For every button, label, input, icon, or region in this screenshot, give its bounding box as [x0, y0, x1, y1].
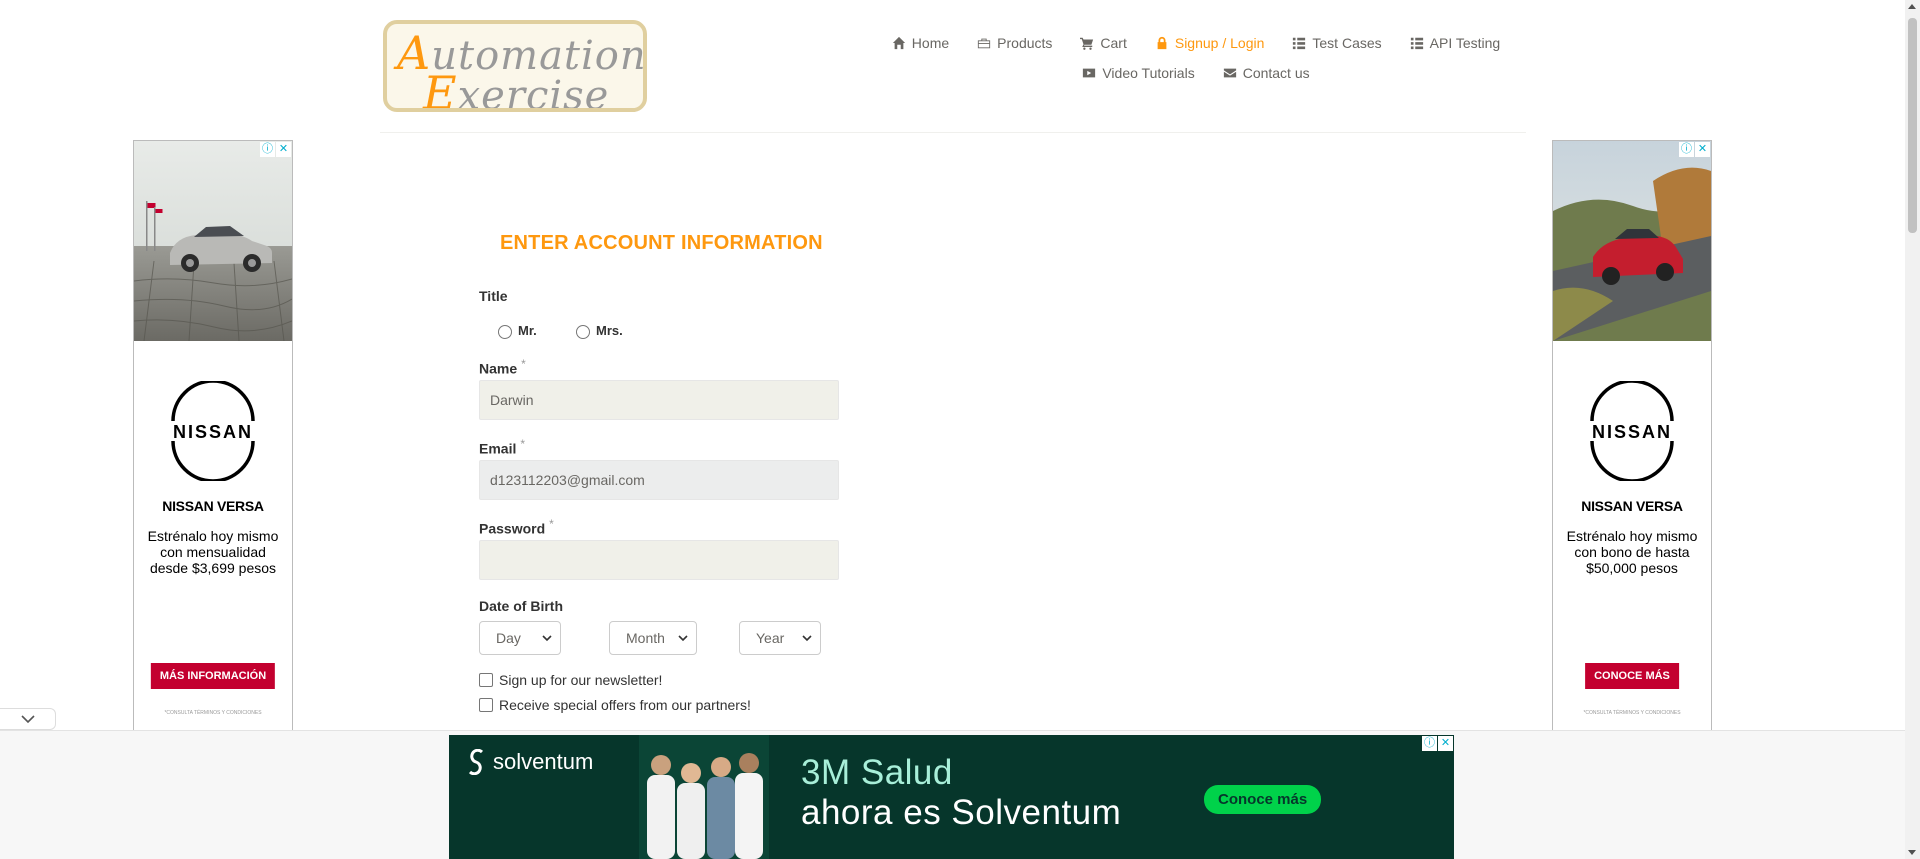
- name-label: Name *: [479, 357, 526, 377]
- nav-video-tutorials[interactable]: Video Tutorials: [1082, 65, 1195, 81]
- nav-signup-login[interactable]: Signup / Login: [1155, 35, 1264, 51]
- ad-learn-more-button[interactable]: Conoce más: [1204, 785, 1322, 814]
- dob-label: Date of Birth: [479, 598, 563, 614]
- ad-info-icon[interactable]: ⓘ: [1422, 736, 1437, 751]
- nav-test-cases[interactable]: Test Cases: [1292, 35, 1382, 51]
- youtube-icon: [1083, 68, 1096, 78]
- ad-text: Estrénalo hoy mismo con mensualidad desd…: [147, 528, 279, 576]
- email-input[interactable]: d123112203@gmail.com: [479, 460, 839, 500]
- dob-month-select[interactable]: Month: [609, 621, 697, 655]
- ad-title: NISSAN VERSA: [1581, 498, 1683, 514]
- radio-button[interactable]: [576, 325, 590, 339]
- scrollbar-thumb[interactable]: [1908, 18, 1917, 233]
- cart-icon: [1080, 37, 1094, 50]
- nissan-logo: NISSAN: [171, 381, 255, 481]
- site-header: Automation Exercise Home Products Cart S…: [380, 0, 1526, 133]
- svg-text:NISSAN: NISSAN: [1592, 422, 1672, 442]
- envelope-icon: [1223, 68, 1236, 78]
- ad-title: NISSAN VERSA: [162, 498, 264, 514]
- offers-checkbox-row[interactable]: Receive special offers from our partners…: [479, 697, 751, 713]
- bottom-ad-solventum[interactable]: solventum 3M Salud ahora es Solventum Co…: [449, 735, 1454, 859]
- briefcase-icon: [978, 38, 991, 49]
- title-label: Title: [479, 288, 508, 304]
- ad-info-icon[interactable]: ⓘ: [1679, 142, 1694, 157]
- list-icon: [1293, 37, 1306, 50]
- ad-car-photo: [1553, 141, 1711, 341]
- title-mr-radio[interactable]: Mr.: [498, 322, 537, 339]
- dob-day-select[interactable]: Day: [479, 621, 561, 655]
- chevron-down-icon: [542, 635, 552, 642]
- password-label: Password *: [479, 517, 554, 537]
- ad-learn-more-button[interactable]: CONOCE MÁS: [1585, 663, 1679, 689]
- site-logo[interactable]: Automation Exercise: [383, 20, 647, 112]
- nav-contact-us[interactable]: Contact us: [1223, 65, 1310, 81]
- email-label: Email *: [479, 437, 526, 457]
- nav-api-testing[interactable]: API Testing: [1410, 35, 1500, 51]
- solventum-mark-icon: [468, 749, 484, 775]
- chevron-down-icon: [802, 635, 812, 642]
- sticky-ad-toggle[interactable]: [0, 708, 56, 730]
- page-title: ENTER ACCOUNT INFORMATION: [500, 232, 823, 254]
- ad-fine-print: *CONSULTA TÉRMINOS Y CONDICIONES: [1583, 710, 1681, 716]
- nav-products[interactable]: Products: [977, 35, 1052, 51]
- left-ad-nissan[interactable]: ⓘ ✕ NISSAN NISSAN VERSA Estrénalo hoy mi…: [133, 140, 293, 740]
- offers-checkbox[interactable]: [479, 698, 493, 712]
- ad-fine-print: *CONSULTA TÉRMINOS Y CONDICIONES: [164, 710, 262, 716]
- dob-year-select[interactable]: Year: [739, 621, 821, 655]
- ad-info-icon[interactable]: ⓘ: [260, 142, 275, 157]
- ad-car-photo: [134, 141, 292, 341]
- newsletter-checkbox[interactable]: [479, 673, 493, 687]
- home-icon: [892, 36, 905, 50]
- title-mrs-radio[interactable]: Mrs.: [576, 322, 623, 339]
- ad-people-photo: [639, 735, 769, 859]
- ad-close-icon[interactable]: ✕: [1438, 736, 1453, 751]
- nav-home[interactable]: Home: [892, 35, 949, 51]
- solventum-logo: solventum: [467, 749, 593, 775]
- right-ad-nissan[interactable]: ⓘ ✕ NISSAN NISSAN VERSA Estrénalo hoy mi…: [1552, 140, 1712, 740]
- ad-more-info-button[interactable]: MÁS INFORMACIÓN: [150, 663, 276, 689]
- newsletter-checkbox-row[interactable]: Sign up for our newsletter!: [479, 672, 662, 688]
- password-input[interactable]: [479, 540, 839, 580]
- ad-headline: 3M Salud ahora es Solventum: [801, 753, 1122, 832]
- name-input[interactable]: Darwin: [479, 380, 839, 420]
- nissan-logo: NISSAN: [1590, 381, 1674, 481]
- scroll-down-arrow[interactable]: [1908, 850, 1916, 855]
- main-nav: Home Products Cart Signup / Login Test C…: [866, 28, 1526, 88]
- ad-text: Estrénalo hoy mismo con bono de hasta $5…: [1566, 528, 1698, 576]
- nav-cart[interactable]: Cart: [1080, 35, 1127, 51]
- svg-text:NISSAN: NISSAN: [173, 422, 253, 442]
- lock-icon: [1157, 36, 1167, 50]
- ad-close-icon[interactable]: ✕: [276, 142, 291, 157]
- chevron-down-icon: [678, 635, 688, 642]
- scroll-up-arrow[interactable]: [1908, 4, 1916, 9]
- page-scrollbar[interactable]: [1905, 0, 1920, 859]
- chevron-down-icon: [20, 715, 35, 724]
- list-icon: [1410, 37, 1423, 50]
- radio-button[interactable]: [498, 325, 512, 339]
- ad-close-icon[interactable]: ✕: [1695, 142, 1710, 157]
